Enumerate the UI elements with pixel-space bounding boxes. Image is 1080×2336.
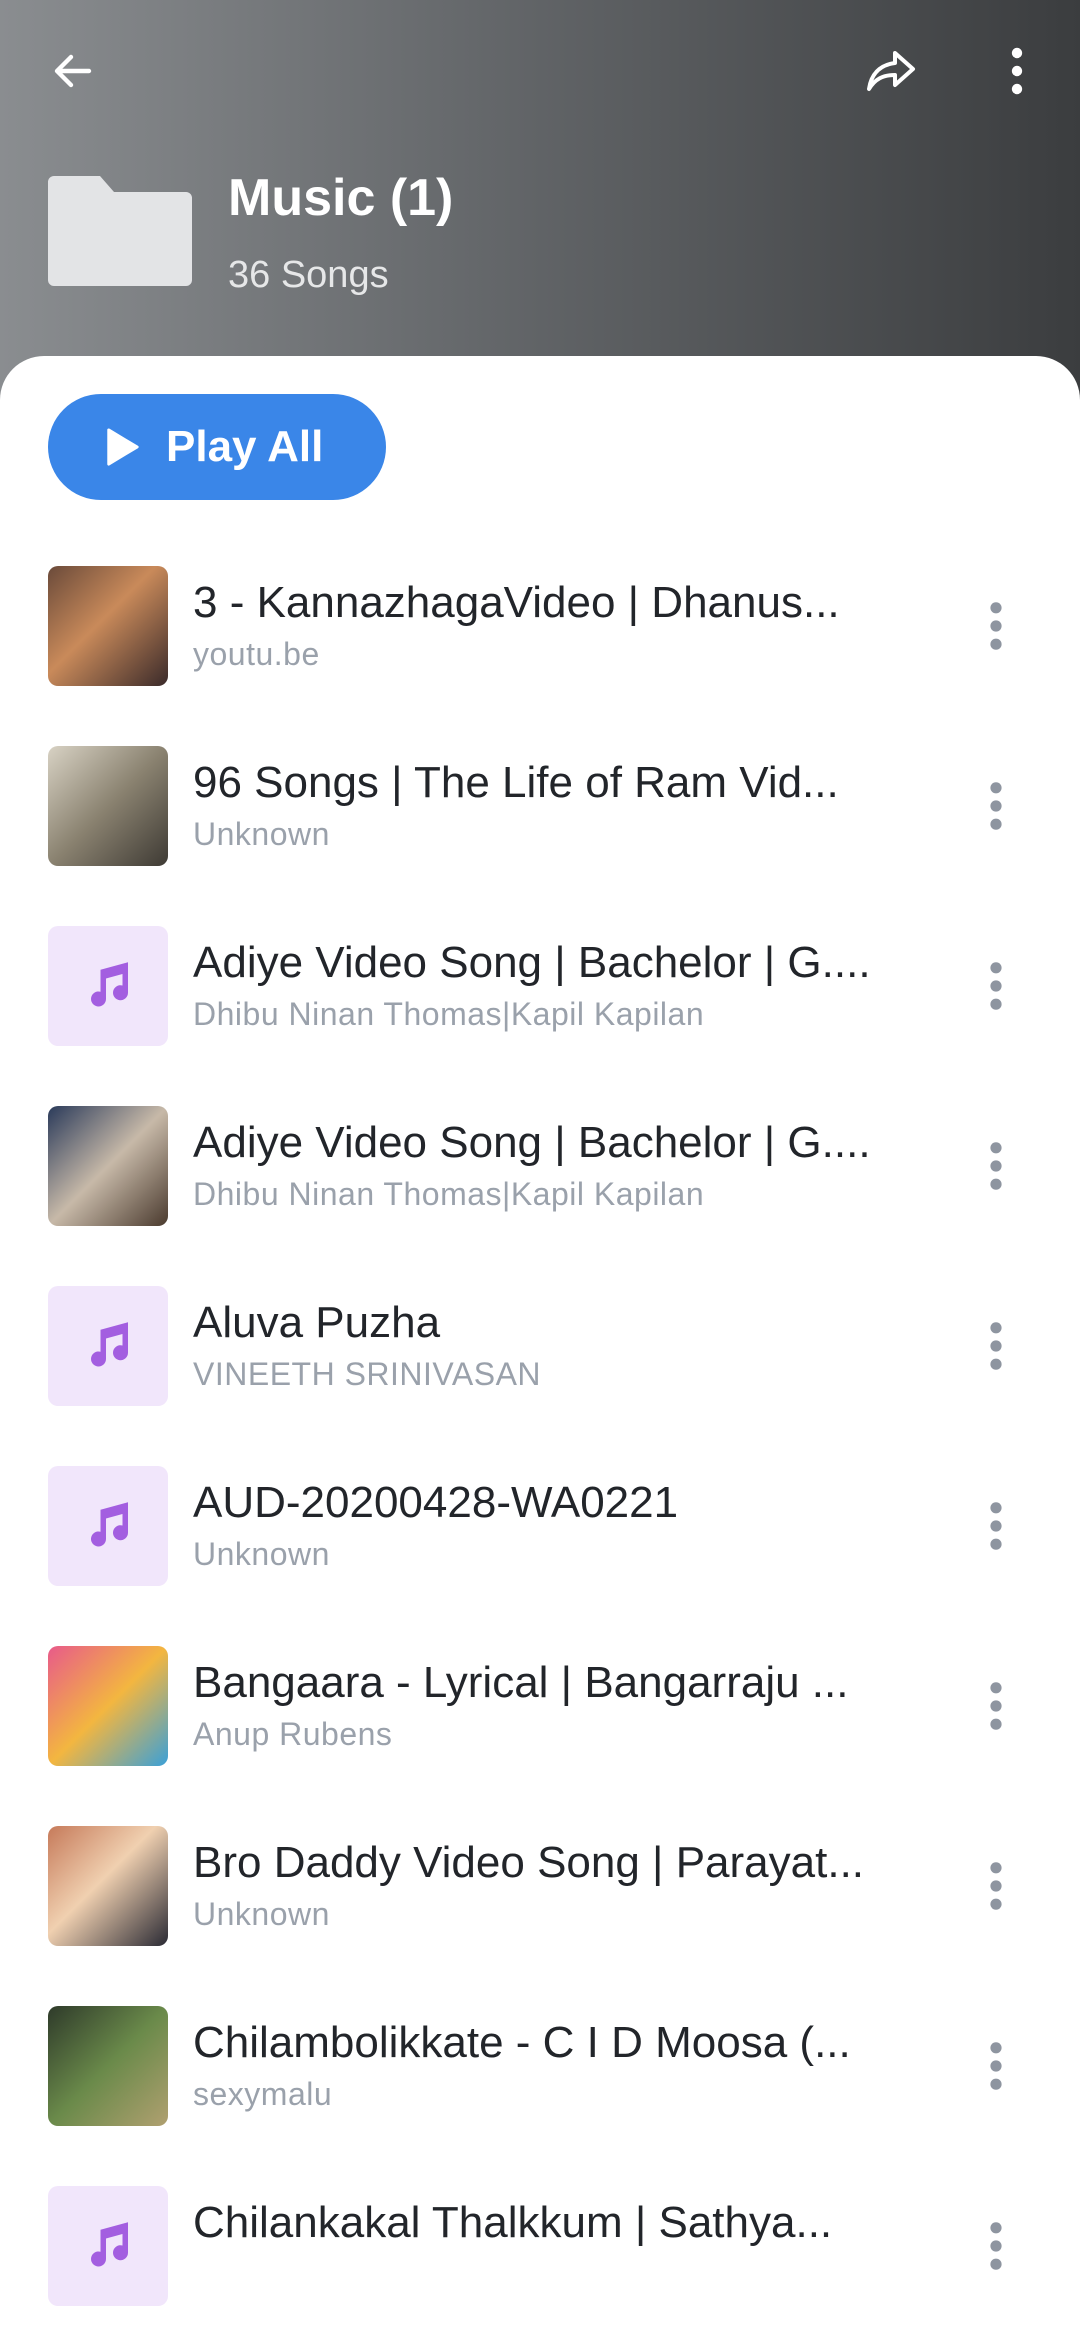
song-row[interactable]: AUD-20200428-WA0221 Unknown [0, 1436, 1080, 1616]
more-vertical-icon [990, 782, 1002, 830]
back-button[interactable] [28, 26, 118, 116]
music-note-icon [91, 2222, 128, 2267]
song-artist: Dhibu Ninan Thomas|Kapil Kapilan [193, 1176, 705, 1212]
song-title: Adiye Video Song | Bachelor | G.... [193, 938, 871, 987]
song-artist: Dhibu Ninan Thomas|Kapil Kapilan [193, 996, 705, 1032]
more-vertical-icon [990, 1682, 1002, 1730]
share-icon [867, 51, 915, 91]
more-vertical-icon [1011, 47, 1023, 95]
song-more-button[interactable] [966, 1486, 1026, 1566]
song-artist: VINEETH SRINIVASAN [193, 1356, 542, 1392]
play-all-label: Play All [166, 422, 324, 471]
song-title: Chilambolikkate - C I D Moosa (... [193, 2018, 851, 2067]
song-more-button[interactable] [966, 1126, 1026, 1206]
play-all-button[interactable]: Play All [48, 394, 386, 500]
song-row[interactable]: Adiye Video Song | Bachelor | G.... Dhibu… [0, 1076, 1080, 1256]
song-thumbnail [48, 566, 168, 686]
song-title: 3 - KannazhagaVideo | Dhanus... [193, 578, 840, 627]
song-artist: Unknown [193, 1896, 330, 1932]
arrow-left-icon [54, 54, 92, 88]
song-more-button[interactable] [966, 766, 1026, 846]
more-vertical-icon [990, 962, 1002, 1010]
song-thumbnail-placeholder [48, 926, 168, 1046]
song-title: Aluva Puzha [193, 1298, 441, 1347]
more-vertical-icon [990, 1322, 1002, 1370]
song-artist: Unknown [193, 1536, 330, 1572]
more-vertical-icon [990, 1502, 1002, 1550]
song-artist: sexymalu [193, 2076, 333, 2112]
song-thumbnail [48, 1106, 168, 1226]
song-row[interactable]: Chilambolikkate - C I D Moosa (... sexyma… [0, 1976, 1080, 2156]
song-more-button[interactable] [966, 946, 1026, 1026]
music-note-icon [91, 1322, 128, 1367]
song-row[interactable]: Bangaara - Lyrical | Bangarraju ... Anup … [0, 1616, 1080, 1796]
song-more-button[interactable] [966, 2206, 1026, 2286]
song-more-button[interactable] [966, 1846, 1026, 1926]
song-title: AUD-20200428-WA0221 [193, 1478, 679, 1527]
folder-title: Music (1) [228, 169, 454, 227]
song-thumbnail-placeholder [48, 1466, 168, 1586]
song-thumbnail [48, 746, 168, 866]
more-options-button[interactable] [972, 26, 1062, 116]
song-more-button[interactable] [966, 1666, 1026, 1746]
play-icon [107, 428, 139, 466]
song-artist: youtu.be [193, 636, 320, 672]
song-row[interactable]: Aluva Puzha VINEETH SRINIVASAN [0, 1256, 1080, 1436]
song-thumbnail-placeholder [48, 1286, 168, 1406]
song-artist: Anup Rubens [193, 1716, 393, 1752]
song-title: Adiye Video Song | Bachelor | G.... [193, 1118, 871, 1167]
song-more-button[interactable] [966, 2026, 1026, 2106]
song-row[interactable]: 96 Songs | The Life of Ram Vid... Unknown [0, 716, 1080, 896]
song-thumbnail-placeholder [48, 2186, 168, 2306]
song-title: Bangaara - Lyrical | Bangarraju ... [193, 1658, 849, 1707]
song-artist: Unknown [193, 816, 330, 852]
music-note-icon [91, 962, 128, 1007]
song-thumbnail [48, 1826, 168, 1946]
song-row[interactable]: 3 - KannazhagaVideo | Dhanus... youtu.be [0, 536, 1080, 716]
song-row[interactable]: Chilankakal Thalkkum | Sathya... [0, 2156, 1080, 2336]
music-note-icon [91, 1502, 128, 1547]
more-vertical-icon [990, 1142, 1002, 1190]
song-thumbnail [48, 2006, 168, 2126]
more-vertical-icon [990, 2222, 1002, 2270]
song-row[interactable]: Bro Daddy Video Song | Parayat... Unknown [0, 1796, 1080, 1976]
song-more-button[interactable] [966, 1306, 1026, 1386]
folder-icon [48, 176, 192, 286]
song-title: 96 Songs | The Life of Ram Vid... [193, 758, 839, 807]
song-title: Bro Daddy Video Song | Parayat... [193, 1838, 865, 1887]
song-row[interactable]: Adiye Video Song | Bachelor | G.... Dhibu… [0, 896, 1080, 1076]
song-thumbnail [48, 1646, 168, 1766]
song-list: 3 - KannazhagaVideo | Dhanus... youtu.be 9… [0, 536, 1080, 2336]
song-more-button[interactable] [966, 586, 1026, 666]
share-button[interactable] [846, 26, 936, 116]
song-count: 36 Songs [228, 254, 389, 296]
more-vertical-icon [990, 602, 1002, 650]
song-title: Chilankakal Thalkkum | Sathya... [193, 2198, 833, 2247]
more-vertical-icon [990, 2042, 1002, 2090]
more-vertical-icon [990, 1862, 1002, 1910]
